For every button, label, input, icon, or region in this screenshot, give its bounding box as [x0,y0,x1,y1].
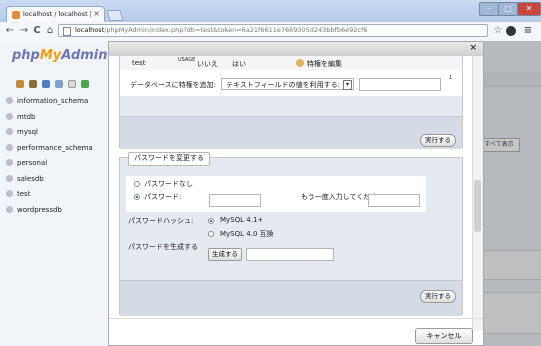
home-icon[interactable] [16,80,24,88]
new-tab-button[interactable] [106,10,124,21]
edit-privileges-link[interactable]: 特権を編集 [307,59,342,69]
dialog-scrollbar-thumb[interactable] [474,180,481,232]
change-password-go-button[interactable]: 実行する [420,290,456,303]
sidebar-database-label: performance_schema [17,143,93,152]
generated-password-input[interactable] [246,248,334,261]
sidebar-database-item[interactable]: mysql [6,128,38,136]
change-password-legend: パスワードを変更する [128,152,210,166]
sidebar-database-item[interactable]: personal [6,159,47,167]
phpmyadmin-logo[interactable]: phpMyAdmin [12,48,108,63]
window-close-button[interactable]: ✕ [517,2,541,16]
page-icon [63,27,71,36]
password-radio[interactable] [134,194,140,200]
query-window-icon[interactable] [42,80,50,88]
dialog-scrollbar[interactable] [472,56,483,331]
sidebar-database-label: wordpressdb [17,205,62,214]
sidebar-database-label: test [17,190,31,198]
sidebar-database-item[interactable]: mtdb [6,112,36,121]
phpmyadmin-favicon-icon [12,11,20,19]
sidebar-database-item[interactable]: salesdb [6,174,44,183]
settings-icon[interactable] [68,80,76,88]
sidebar-database-label: mysql [17,128,38,136]
dialog-titlebar[interactable]: × [109,42,483,56]
address-bar[interactable]: localhost/phpMyAdmin/index.php?db=test&t… [58,24,488,37]
no-password-label: パスワードなし [144,180,193,188]
privilege-grant: いいえ [197,60,218,68]
dialog-button-divider [109,318,483,319]
sidebar-database-label: salesdb [17,174,44,183]
password-footer [120,280,462,316]
database-icon [6,159,13,166]
database-icon [6,190,13,197]
extension-icon[interactable] [506,26,516,36]
privileges-table-row: test USAGE いいえ はい 特権を編集 [120,56,462,70]
edit-privileges-icon[interactable] [296,59,304,67]
add-privileges-row: データベースに特権を追加: テキストフィールドの値を利用する: ▾ 1 [120,70,462,96]
logout-icon[interactable] [29,80,37,88]
sidebar-database-label: information_schema [17,97,89,105]
sidebar-database-item[interactable]: test [6,190,30,198]
logo-php: php [12,48,40,63]
tab-title: localhost / localhost | php… [23,10,91,18]
reload-navigation-icon[interactable] [81,80,89,88]
sidebar-database-item[interactable]: information_schema [6,97,88,105]
browser-tab[interactable]: localhost / localhost | php… × [6,6,105,23]
dialog-close-icon[interactable]: × [469,43,477,53]
home-icon[interactable]: ⌂ [44,25,56,37]
logo-admin: Admin [61,48,108,63]
generate-password-label: パスワードを生成する [128,243,198,251]
documentation-icon[interactable] [55,80,63,88]
password-label: パスワード: [144,193,182,201]
url-path: /phpMyAdmin/index.php?db=test&token=6a21… [104,26,368,34]
add-privileges-db-input[interactable] [359,78,441,91]
footnote-marker: 1 [449,75,453,81]
privilege-usage: USAGE [178,57,196,63]
database-icon [6,128,13,135]
privilege-table-specific: はい [232,60,246,68]
hash-mysql40-radio[interactable] [208,231,214,237]
chevron-down-icon: ▾ [343,80,352,90]
database-icon [6,97,13,104]
add-privileges-select-value: テキストフィールドの値を利用する: [226,81,341,89]
change-password-fieldset: パスワードを変更する パスワードなし パスワード: もう一度入力してください: … [119,152,463,316]
go-button[interactable]: 実行する [420,134,456,147]
password-input[interactable] [209,194,261,207]
browser-toolbar: ← → C ⌂ localhost/phpMyAdmin/index.php?d… [0,22,541,42]
password-hashing-label: パスワードハッシュ: [128,217,194,225]
sidebar-database-label: mtdb [17,112,36,121]
database-icon [6,205,13,213]
browser-menu-icon[interactable]: ≡ [522,25,534,37]
sidebar-database-label: personal [17,159,48,167]
window-minimize-button[interactable]: – [479,2,499,16]
sidebar-database-item[interactable]: wordpressdb [6,205,62,214]
edit-privileges-dialog: × test USAGE いいえ はい 特権を編集 データベースに特権を追加: … [108,41,484,346]
privileges-footer [120,116,462,149]
forward-arrow-icon[interactable]: → [18,25,30,37]
generate-password-button[interactable]: 生成する [208,248,242,261]
url-text: localhost/phpMyAdmin/index.php?db=test&t… [75,26,367,34]
hash-mysql40-label: MySQL 4.0 互換 [220,230,274,238]
database-icon [6,112,13,120]
back-arrow-icon[interactable]: ← [4,25,16,37]
cancel-button[interactable]: キャンセル [415,328,473,344]
sidebar-database-item[interactable]: performance_schema [6,143,93,152]
tab-close-icon[interactable]: × [93,9,100,18]
database-icon [6,174,13,182]
change-password-legend-text: パスワードを変更する [134,154,204,162]
retype-password-input[interactable] [368,194,420,207]
bookmark-star-icon[interactable]: ☆ [492,25,504,37]
window-maximize-button[interactable]: □ [498,2,518,16]
privilege-db-name: test [132,59,146,67]
logo-my: My [39,48,62,63]
no-password-radio[interactable] [134,181,140,187]
hash-mysql41-radio[interactable] [208,218,214,224]
url-host: localhost [75,26,105,34]
hash-mysql41-label: MySQL 4.1+ [220,216,264,224]
add-privileges-label: データベースに特権を追加: [130,81,217,89]
add-privileges-select[interactable]: テキストフィールドの値を利用する: ▾ [221,78,354,90]
database-icon [6,143,13,151]
reload-icon[interactable]: C [31,25,43,37]
database-privileges-fieldset: test USAGE いいえ はい 特権を編集 データベースに特権を追加: テキ… [119,56,463,149]
